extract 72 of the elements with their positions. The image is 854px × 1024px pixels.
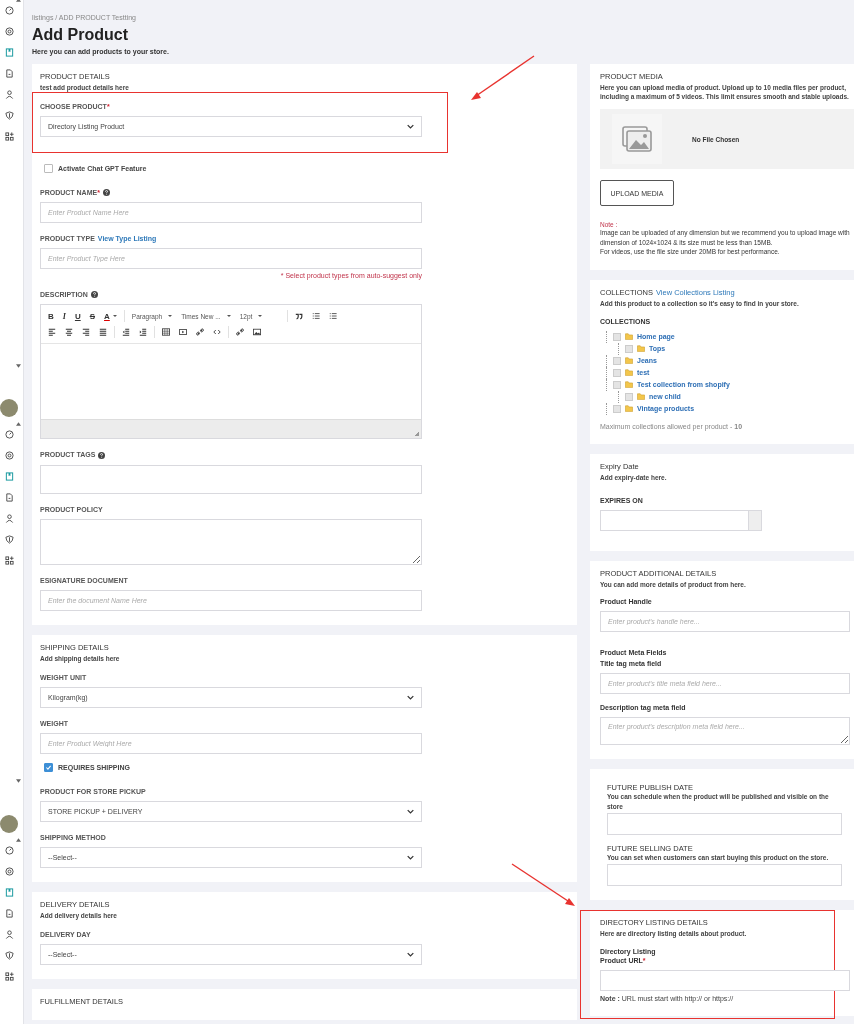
user-icon[interactable] xyxy=(5,514,14,523)
document-icon[interactable] xyxy=(5,493,14,502)
checkbox[interactable] xyxy=(613,368,621,377)
text-field[interactable] xyxy=(600,969,850,991)
apps-icon[interactable] xyxy=(5,556,14,565)
checkbox[interactable] xyxy=(44,763,53,773)
checkbox[interactable] xyxy=(625,344,633,353)
quote-icon[interactable] xyxy=(295,312,304,321)
caret-up-icon[interactable] xyxy=(16,422,21,426)
bullets-icon[interactable] xyxy=(312,312,321,321)
format-button[interactable]: A xyxy=(104,311,117,321)
format-button[interactable]: S xyxy=(89,311,96,321)
align-right-icon[interactable] xyxy=(82,328,90,337)
media-icon[interactable] xyxy=(179,328,187,337)
link-icon[interactable] xyxy=(196,328,204,337)
book-icon[interactable] xyxy=(5,888,14,897)
shield-icon[interactable] xyxy=(5,951,14,960)
align-left-icon[interactable] xyxy=(48,328,56,337)
unlink-icon[interactable] xyxy=(236,328,244,337)
image-icon[interactable] xyxy=(253,328,261,337)
align-center-icon[interactable] xyxy=(65,328,73,337)
book-icon[interactable] xyxy=(5,48,14,57)
user-icon[interactable] xyxy=(5,930,14,939)
caret-down-icon[interactable] xyxy=(16,779,21,783)
help-icon[interactable] xyxy=(90,291,98,299)
user-icon[interactable] xyxy=(5,90,14,99)
format-button[interactable]: I xyxy=(62,311,66,321)
justify-icon[interactable] xyxy=(99,328,107,337)
numbers-icon[interactable] xyxy=(329,312,338,321)
help-icon[interactable] xyxy=(102,189,110,197)
checkbox[interactable] xyxy=(613,332,621,341)
help-icon[interactable] xyxy=(98,451,106,459)
checkbox[interactable] xyxy=(44,164,53,174)
checkbox[interactable] xyxy=(613,356,621,365)
avatar[interactable] xyxy=(0,399,18,417)
format-button[interactable]: U xyxy=(74,311,81,321)
tags-field[interactable] xyxy=(40,464,422,494)
document-icon[interactable] xyxy=(5,69,14,78)
date-field[interactable] xyxy=(600,509,749,531)
date-field[interactable] xyxy=(607,864,842,887)
dashboard-icon[interactable] xyxy=(5,846,14,855)
document-icon[interactable] xyxy=(5,909,14,918)
checkbox[interactable] xyxy=(613,404,621,413)
shield-icon[interactable] xyxy=(5,111,14,120)
format-button[interactable]: B xyxy=(48,311,54,321)
book-icon[interactable] xyxy=(5,472,14,481)
dashboard-icon[interactable] xyxy=(5,6,14,15)
checkbox[interactable] xyxy=(625,392,633,401)
chevron-down-icon xyxy=(407,809,414,815)
target-icon[interactable] xyxy=(5,451,14,460)
target-icon[interactable] xyxy=(5,867,14,876)
apps-icon[interactable] xyxy=(5,132,14,141)
chevron-down-icon xyxy=(407,124,414,130)
image-placeholder-icon xyxy=(622,126,652,153)
chevron-down-icon xyxy=(407,694,414,700)
checkbox[interactable] xyxy=(613,380,621,389)
caret-up-icon[interactable] xyxy=(16,838,21,842)
date-field[interactable] xyxy=(607,813,842,836)
target-icon[interactable] xyxy=(5,27,14,36)
page-title: Add Product xyxy=(32,26,129,44)
table-icon[interactable] xyxy=(162,328,170,337)
shield-icon[interactable] xyxy=(5,535,14,544)
caret-down-icon[interactable] xyxy=(16,364,21,368)
chevron-down-icon xyxy=(407,952,414,958)
indent-icon[interactable] xyxy=(139,328,147,337)
chevron-down-icon xyxy=(407,855,414,861)
annotation-arrow xyxy=(510,862,578,909)
avatar[interactable] xyxy=(0,815,18,833)
dashboard-icon[interactable] xyxy=(5,430,14,439)
outdent-icon[interactable] xyxy=(122,328,130,337)
code-icon[interactable] xyxy=(213,328,221,337)
apps-icon[interactable] xyxy=(5,972,14,981)
